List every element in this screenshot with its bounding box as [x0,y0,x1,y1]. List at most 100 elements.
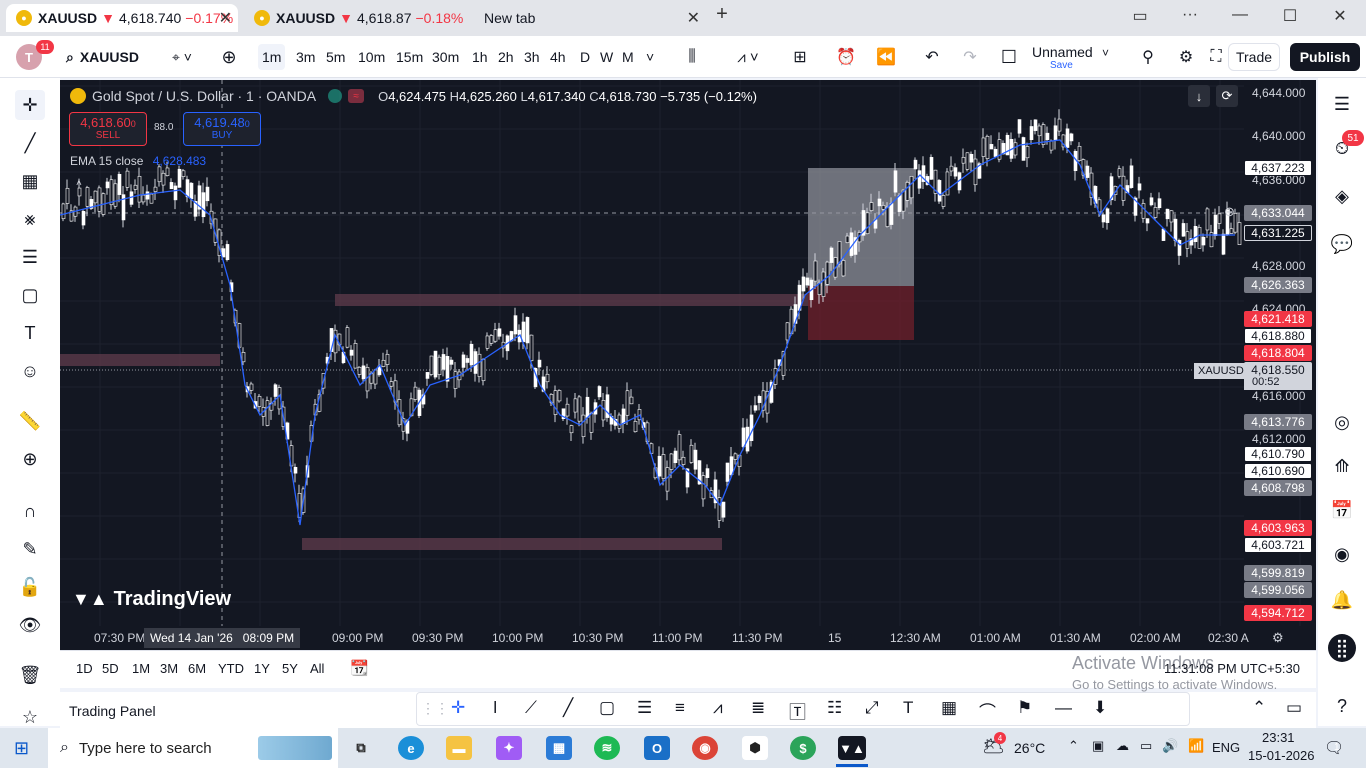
geometric-shapes-icon[interactable]: ▢ [15,280,45,310]
pine-icon[interactable]: ⟰ [1328,452,1356,480]
browser-tab-xauusd-2[interactable]: ● XAUUSD ▼ 4,618.87 −0.18% [244,4,466,32]
supply-zone[interactable] [60,354,220,366]
sell-button[interactable]: 4,618.600 SELL [69,112,147,146]
range-6m[interactable]: 6M [188,661,206,676]
range-ytd[interactable]: YTD [218,661,244,676]
emoji-icon[interactable]: ☺ [15,356,45,386]
interval-3m[interactable]: 3m [292,44,319,70]
tradingview-taskbar-icon[interactable]: ▼▲ [838,736,866,760]
fib-retracement-icon[interactable]: ☰ [637,698,652,718]
windows-start-icon[interactable]: ⊞ [14,738,29,759]
path-icon[interactable]: ⩘ [713,698,723,718]
edge-icon[interactable]: e [398,736,424,760]
horizontal-line-icon[interactable]: — [1055,698,1072,718]
flag-icon[interactable]: ⚑ [1017,698,1032,718]
maximize-chart-icon[interactable]: ⟳ [1216,85,1238,107]
brush-icon[interactable]: ⟋ [525,698,537,718]
taskbar-time[interactable]: 23:31 [1262,730,1295,745]
interval-10m[interactable]: 10m [354,44,389,70]
alert-icon[interactable]: ⏰ [834,44,858,70]
hide-icon[interactable]: 👁 [15,610,45,640]
language-indicator[interactable]: ENG [1212,740,1240,755]
long-position-target[interactable] [808,168,914,286]
zoom-in-icon[interactable]: ⊕ [15,444,45,474]
range-5y[interactable]: 5Y [282,661,298,676]
tray-icon-1[interactable]: ▣ [1092,738,1104,754]
taskbar-search[interactable]: ⌕ Type here to search [48,728,338,768]
interval-chevron-down-icon[interactable]: ˅ [646,44,654,70]
demand-zone[interactable] [302,538,722,550]
interval-W[interactable]: W [596,44,617,70]
outlook-icon[interactable]: O [644,736,670,760]
quick-search-icon[interactable]: ⚲ [1136,44,1160,70]
range-1m[interactable]: 1M [132,661,150,676]
target-icon[interactable]: ◎ [1328,408,1356,436]
vertical-line-icon[interactable]: ǀ [493,698,497,718]
copilot-icon[interactable]: ✦ [496,736,522,760]
symbol-search[interactable]: ⌕ XAUUSD [60,44,156,70]
interval-M[interactable]: M [618,44,638,70]
new-tab-button[interactable]: + [710,3,734,26]
collapse-panel-icon[interactable]: ⌃ [1252,698,1266,718]
pattern-icon[interactable]: ⨳ [15,204,45,234]
fib-grid-icon[interactable]: ▦ [15,166,45,196]
interval-4h[interactable]: 4h [546,44,570,70]
regression-icon[interactable]: ≣ [751,698,765,718]
grid-icon[interactable]: ▦ [941,698,957,718]
curve-icon[interactable]: ⌒ [979,698,996,723]
crosshair-icon[interactable]: ✛ [15,90,45,120]
prediction-icon[interactable]: ☰ [15,242,45,272]
undo-icon[interactable]: ↶ [920,44,944,70]
chart-pane[interactable]: Gold Spot / U.S. Dollar · 1 · OANDA ≈ O4… [60,80,1316,650]
notifications-bell-icon[interactable]: 🔔 [1328,586,1356,614]
ema-legend[interactable]: EMA 15 close 4,628.483 [70,154,206,168]
show-hidden-icons[interactable]: ⌃ [1068,738,1079,754]
chrome-icon[interactable]: ◉ [692,736,718,760]
text-icon[interactable]: T [903,698,913,718]
trend-line-icon[interactable]: ╱ [563,698,573,718]
interval-D[interactable]: D [576,44,594,70]
time-axis[interactable]: 07:30 PM 09:00 PM 09:30 PM 10:00 PM 10:30 PM… [60,626,1316,650]
crosshair-icon[interactable]: ✛ [451,698,465,718]
watchlist-icon[interactable]: ☰ [1328,90,1356,118]
tray-battery-icon[interactable]: ▭ [1140,738,1152,754]
add-alert-plus-icon[interactable]: ⊕ [1224,204,1235,220]
range-1y[interactable]: 1Y [254,661,270,676]
money-app-icon[interactable]: $ [790,736,816,760]
close-tab-icon[interactable]: ✕ [687,8,700,28]
tradingview-watermark[interactable]: ▼▲ TradingView [72,588,231,611]
trade-button[interactable]: Trade [1228,43,1280,71]
layout-name-button[interactable]: Unnamed Save ˅ [1028,44,1118,72]
interval-1m[interactable]: 1m [258,44,286,70]
supply-zone[interactable] [335,294,810,306]
store-icon[interactable]: ▦ [546,736,572,760]
interval-2h[interactable]: 2h [494,44,518,70]
redo-icon[interactable]: ↷ [958,44,982,70]
trading-panel-tab[interactable]: Trading Panel [69,703,156,719]
bar-style-icon[interactable]: ⫼ [680,44,704,70]
taskbar-date[interactable]: 15-01-2026 [1248,748,1315,763]
auto-scale-icon[interactable]: ⚙ [1272,630,1284,646]
ruler-icon[interactable]: 📏 [15,406,45,436]
candlestick-chart[interactable] [60,80,1316,650]
apps-grid-icon[interactable]: ⣿ [1328,634,1356,662]
weather-temp[interactable]: 26°C [1014,740,1045,756]
measure-icon[interactable]: ⤢ [865,698,879,718]
file-explorer-icon[interactable]: ▬ [446,736,472,760]
trend-line-icon[interactable]: ╱ [15,128,45,158]
settings-icon[interactable]: ⚙ [1174,44,1198,70]
network-icon[interactable]: 📶 [1188,738,1204,754]
stay-drawing-icon[interactable]: ✎ [15,534,45,564]
text-tool-icon[interactable]: T [15,318,45,348]
rectangle-icon[interactable]: ▢ [599,698,615,718]
ema-line[interactable] [60,139,1235,526]
replay-icon[interactable]: ⏪ [874,44,898,70]
package-icon[interactable]: ⬢ [742,736,768,760]
range-all[interactable]: All [310,661,324,676]
cast-icon[interactable]: ▭ [1128,6,1152,26]
compare-icon[interactable]: ⌖ ˅ [164,44,200,70]
maximize-icon[interactable]: ☐ [1278,6,1302,26]
close-window-icon[interactable]: ✕ [1328,6,1352,26]
collapse-legend-icon[interactable]: ˄ [76,178,90,192]
interval-15m[interactable]: 15m [392,44,427,70]
